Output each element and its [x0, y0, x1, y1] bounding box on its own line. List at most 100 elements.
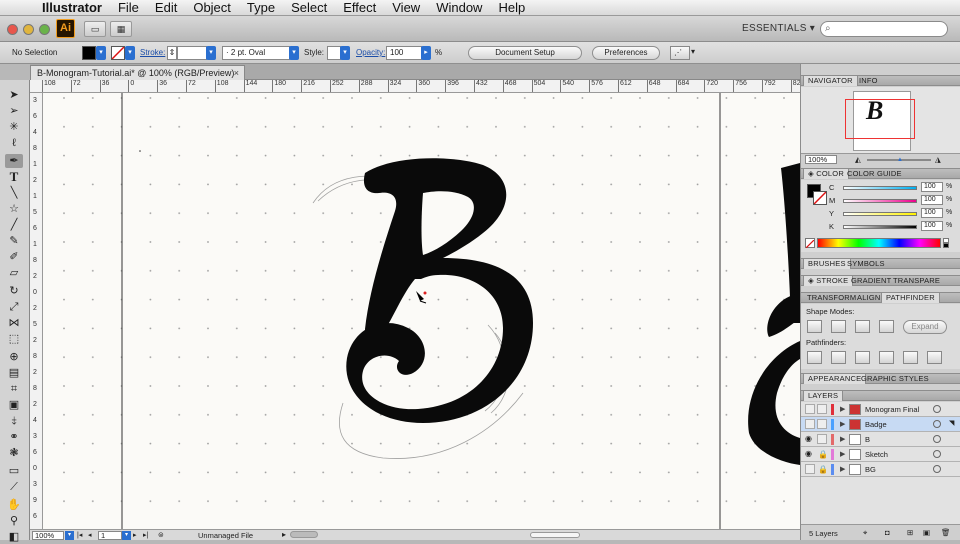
- hand-tool-icon[interactable]: ✋: [5, 498, 23, 512]
- zoom-window-button[interactable]: [39, 24, 50, 35]
- menu-window[interactable]: Window: [428, 0, 490, 16]
- layer-name[interactable]: BG: [865, 465, 876, 474]
- perspective-grid-tool-icon[interactable]: ▤: [5, 366, 23, 380]
- tab-layers[interactable]: LAYERS: [803, 391, 844, 401]
- pen-tool-icon[interactable]: ✒: [5, 154, 23, 168]
- outline-button[interactable]: [903, 351, 918, 364]
- layer-row[interactable]: ◉ 🔒 ▶ Sketch: [801, 447, 960, 462]
- layer-visibility-toggle[interactable]: [805, 419, 815, 429]
- channel-slider[interactable]: [843, 186, 917, 190]
- exclude-button[interactable]: [879, 320, 894, 333]
- type-tool-icon[interactable]: T: [5, 170, 23, 184]
- document-setup-button[interactable]: Document Setup: [468, 46, 582, 60]
- menu-help[interactable]: Help: [490, 0, 533, 16]
- layer-target-icon[interactable]: [933, 450, 941, 458]
- last-artboard-button[interactable]: ▸|: [143, 531, 148, 539]
- none-color-swatch[interactable]: [805, 238, 815, 249]
- intersect-button[interactable]: [855, 320, 870, 333]
- panel-menu-icon[interactable]: ▾: [691, 47, 695, 56]
- tab-transparency[interactable]: TRANSPARE: [889, 276, 944, 286]
- eyedropper-tool-icon[interactable]: ⤈: [5, 414, 23, 428]
- trim-button[interactable]: [831, 351, 846, 364]
- magic-wand-tool-icon[interactable]: ✳: [5, 120, 23, 134]
- star-tool-icon[interactable]: ☆: [5, 202, 23, 216]
- layer-name[interactable]: Sketch: [865, 450, 888, 459]
- line-tool-icon[interactable]: ╲: [5, 186, 23, 200]
- width-tool-icon[interactable]: ⋈: [5, 316, 23, 330]
- layer-row[interactable]: ◉ ▶ B: [801, 432, 960, 447]
- minus-back-button[interactable]: [927, 351, 942, 364]
- navigator-zoom-thumb[interactable]: ▲: [897, 157, 903, 163]
- menu-type[interactable]: Type: [239, 0, 283, 16]
- tab-transform[interactable]: TRANSFORM: [803, 293, 860, 303]
- channel-slider[interactable]: [843, 199, 917, 203]
- eraser-tool-icon[interactable]: ▱: [5, 266, 23, 280]
- new-layer-icon[interactable]: ▣: [923, 528, 930, 537]
- tab-info[interactable]: INFO: [855, 76, 882, 86]
- navigator-view-box[interactable]: [845, 99, 915, 139]
- zoom-in-icon[interactable]: ◮: [935, 155, 941, 164]
- bridge-icon[interactable]: ▭: [84, 21, 106, 37]
- layer-lock-toggle[interactable]: [817, 419, 827, 429]
- document-tab[interactable]: B-Monogram-Tutorial.ai* @ 100% (RGB/Prev…: [30, 65, 245, 80]
- pencil-tool-icon[interactable]: ✎: [5, 234, 23, 248]
- zoom-tool-icon[interactable]: ⚲: [5, 514, 23, 528]
- eye-icon[interactable]: ◉: [805, 450, 813, 458]
- shape-builder-tool-icon[interactable]: ⊕: [5, 350, 23, 364]
- new-sublayer-icon[interactable]: ⊞: [907, 528, 913, 537]
- layer-row[interactable]: ▶ Monogram Final: [801, 402, 960, 417]
- stroke-weight-field[interactable]: [177, 46, 207, 60]
- locate-object-icon[interactable]: ⌖: [863, 528, 867, 538]
- vertical-ruler[interactable]: 364812156182025282824360396: [30, 93, 43, 529]
- tab-stroke[interactable]: ◈ STROKE: [803, 276, 854, 286]
- first-artboard-button[interactable]: |◂: [77, 531, 82, 539]
- layer-visibility-toggle[interactable]: [805, 404, 815, 414]
- status-menu-icon[interactable]: ⊜: [158, 531, 164, 539]
- menu-illustrator[interactable]: Illustrator: [34, 0, 110, 16]
- stroke-label[interactable]: Stroke:: [140, 48, 165, 57]
- menu-edit[interactable]: Edit: [147, 0, 185, 16]
- layer-expand-icon[interactable]: ▶: [840, 450, 845, 458]
- tab-navigator[interactable]: NAVIGATOR: [803, 76, 858, 86]
- layer-row[interactable]: ▶ Badge ◥: [801, 417, 960, 432]
- stroke-dropdown-button[interactable]: ▾: [125, 46, 135, 60]
- layer-expand-icon[interactable]: ▶: [840, 465, 845, 473]
- search-input[interactable]: ⌕: [820, 21, 948, 37]
- horizontal-scrollbar[interactable]: [290, 531, 318, 538]
- next-artboard-button[interactable]: ▸: [133, 531, 137, 539]
- color-spectrum-bar[interactable]: [817, 238, 941, 248]
- layer-expand-icon[interactable]: ▶: [840, 405, 845, 413]
- selection-tool-icon[interactable]: ➤: [5, 88, 23, 102]
- opacity-dropdown[interactable]: ▸: [421, 46, 431, 60]
- delete-layer-icon[interactable]: 🗑: [941, 528, 951, 537]
- mesh-tool-icon[interactable]: ⌗: [5, 382, 23, 396]
- brush-dropdown-button[interactable]: ▾: [289, 46, 299, 60]
- close-window-button[interactable]: [7, 24, 18, 35]
- minus-front-button[interactable]: [831, 320, 846, 333]
- black-swatch[interactable]: [943, 243, 949, 248]
- layer-lock-toggle[interactable]: [817, 404, 827, 414]
- layer-target-icon[interactable]: [933, 465, 941, 473]
- opacity-label[interactable]: Opacity:: [356, 48, 385, 57]
- horizontal-scroll-thumb[interactable]: [530, 532, 580, 538]
- menu-object[interactable]: Object: [185, 0, 239, 16]
- layer-expand-icon[interactable]: ▶: [840, 435, 845, 443]
- zoom-dropdown[interactable]: ▾: [65, 531, 74, 540]
- tab-symbols[interactable]: SYMBOLS: [843, 259, 889, 269]
- artboard-canvas[interactable]: [43, 93, 800, 529]
- crop-button[interactable]: [879, 351, 894, 364]
- layer-expand-icon[interactable]: ▶: [840, 420, 845, 428]
- lock-icon[interactable]: 🔒: [818, 450, 828, 459]
- channel-slider[interactable]: [843, 212, 917, 216]
- previous-artboard-button[interactable]: ◂: [88, 531, 92, 539]
- fill-stroke-icon[interactable]: ◧: [5, 530, 23, 544]
- zoom-out-icon[interactable]: ◭: [855, 155, 861, 164]
- minimize-window-button[interactable]: [23, 24, 34, 35]
- navigator-zoom-field[interactable]: 100%: [805, 155, 837, 164]
- channel-value-field[interactable]: 100: [921, 195, 943, 205]
- menu-file[interactable]: File: [110, 0, 147, 16]
- stroke-weight-dropdown[interactable]: ▾: [206, 46, 216, 60]
- artboard-dropdown[interactable]: ▾: [122, 531, 131, 540]
- layer-name[interactable]: Monogram Final: [865, 405, 919, 414]
- tab-pathfinder[interactable]: PATHFINDER: [881, 293, 940, 303]
